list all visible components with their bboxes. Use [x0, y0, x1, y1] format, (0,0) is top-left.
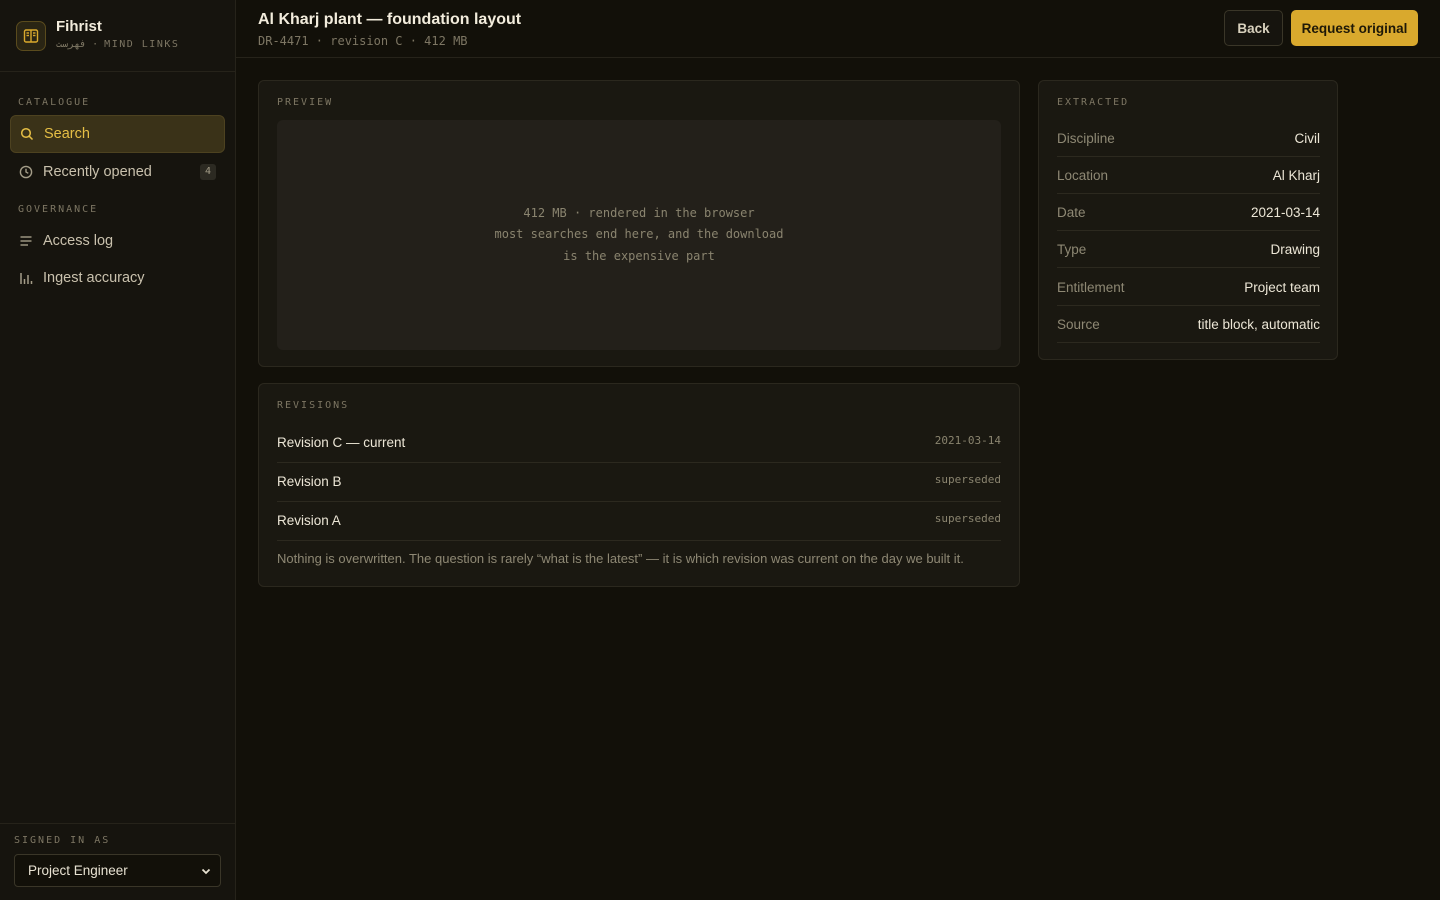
field-value: Civil	[1294, 131, 1321, 146]
bar-chart-icon	[20, 273, 33, 284]
revision-row[interactable]: Revision A superseded	[277, 502, 1001, 541]
field-value: 2021-03-14	[1250, 205, 1320, 220]
preview-line: 412 MB · rendered in the browser	[523, 205, 755, 220]
section-label-governance: GOVERNANCE	[18, 204, 99, 215]
chevron-down-icon	[201, 868, 211, 875]
section-label-catalogue: CATALOGUE	[18, 97, 91, 108]
page-title: Al Kharj plant — foundation layout	[258, 11, 522, 28]
field-entitlement: Entitlement Project team	[1057, 269, 1320, 306]
search-icon	[20, 127, 34, 141]
field-value: Al Kharj	[1272, 168, 1320, 183]
revision-row[interactable]: Revision B superseded	[277, 463, 1001, 502]
revisions-note: Nothing is overwritten. The question is …	[277, 551, 964, 566]
preview-line: is the expensive part	[563, 248, 715, 263]
sidebar-item-search[interactable]: Search	[10, 115, 225, 153]
signed-in-panel: SIGNED IN AS Project Engineer	[0, 823, 235, 900]
field-key: Location	[1057, 168, 1109, 183]
book-icon	[16, 20, 46, 51]
field-value: Project team	[1244, 280, 1320, 295]
field-value: Drawing	[1270, 242, 1320, 257]
sidebar-item-label: Access log	[43, 233, 114, 249]
revision-status: superseded	[934, 512, 1001, 525]
revision-status: 2021-03-14	[934, 434, 1001, 447]
sidebar-item-label: Search	[44, 126, 90, 142]
field-discipline: Discipline Civil	[1057, 120, 1320, 157]
field-location: Location Al Kharj	[1057, 157, 1320, 194]
extracted-panel: EXTRACTED Discipline Civil Location Al K…	[1038, 80, 1338, 360]
preview-label: PREVIEW	[277, 97, 334, 108]
role-select-value: Project Engineer	[28, 863, 128, 878]
revision-status: superseded	[934, 473, 1001, 486]
brand-subtitle: فهرست · MIND LINKS	[56, 39, 180, 50]
sidebar-item-ingest-accuracy[interactable]: Ingest accuracy	[10, 259, 225, 297]
field-key: Discipline	[1057, 131, 1115, 146]
signed-in-label: SIGNED IN AS	[14, 835, 111, 846]
revision-name: Revision B	[277, 474, 342, 489]
recent-count-badge: 4	[199, 164, 216, 180]
revisions-panel: REVISIONS Revision C — current 2021-03-1…	[258, 383, 1020, 587]
sidebar-item-recently-opened[interactable]: Recently opened 4	[10, 153, 225, 191]
revision-row[interactable]: Revision C — current 2021-03-14	[277, 424, 1001, 463]
list-icon	[20, 236, 32, 246]
page-header: Al Kharj plant — foundation layout DR-44…	[236, 0, 1440, 58]
field-key: Entitlement	[1057, 280, 1125, 295]
brand: Fihrist فهرست · MIND LINKS	[0, 0, 235, 72]
field-key: Type	[1057, 242, 1087, 257]
field-key: Date	[1057, 205, 1086, 220]
preview-canvas[interactable]: 412 MB · rendered in the browser most se…	[277, 120, 1001, 350]
field-date: Date 2021-03-14	[1057, 194, 1320, 231]
revision-name: Revision A	[277, 513, 341, 528]
preview-line: most searches end here, and the download	[494, 227, 784, 242]
sidebar: Fihrist فهرست · MIND LINKS CATALOGUE Sea…	[0, 0, 236, 900]
document-meta: DR-4471 · revision C · 412 MB	[258, 34, 468, 48]
extracted-label: EXTRACTED	[1057, 97, 1130, 108]
revision-name: Revision C — current	[277, 435, 406, 450]
field-type: Type Drawing	[1057, 231, 1320, 268]
back-button[interactable]: Back	[1224, 10, 1283, 46]
role-select[interactable]: Project Engineer	[14, 854, 221, 887]
field-key: Source	[1057, 317, 1100, 332]
sidebar-item-access-log[interactable]: Access log	[10, 222, 225, 260]
sidebar-item-label: Ingest accuracy	[43, 270, 145, 286]
preview-panel: PREVIEW 412 MB · rendered in the browser…	[258, 80, 1020, 367]
revisions-label: REVISIONS	[277, 400, 350, 411]
sidebar-item-label: Recently opened	[43, 164, 152, 180]
request-original-button[interactable]: Request original	[1291, 10, 1418, 46]
brand-name: Fihrist	[56, 18, 102, 35]
field-value: title block, automatic	[1197, 317, 1320, 332]
field-source: Source title block, automatic	[1057, 306, 1320, 343]
clock-icon	[19, 165, 33, 179]
